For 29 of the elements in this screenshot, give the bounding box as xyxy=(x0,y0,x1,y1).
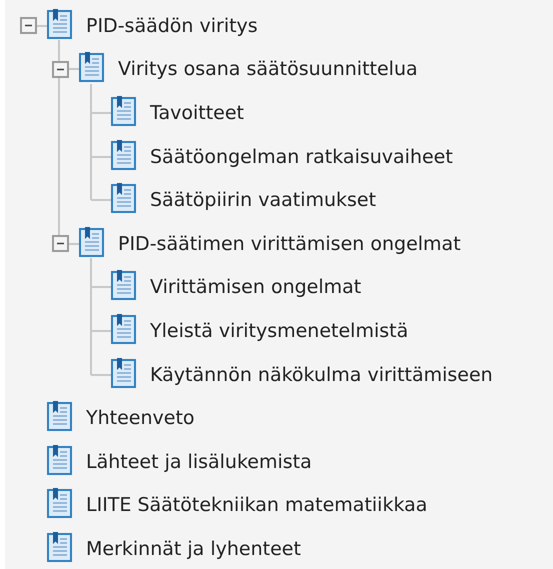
tree-item[interactable]: PID-säädön viritys xyxy=(86,14,258,37)
collapse-toggle[interactable] xyxy=(52,235,69,252)
book-icon xyxy=(111,140,136,170)
tree-item[interactable]: PID-säätimen virittämisen ongelmat xyxy=(118,232,461,255)
book-icon xyxy=(79,226,104,257)
tree-item[interactable]: Virittämisen ongelmat xyxy=(150,276,362,298)
book-icon xyxy=(111,358,136,388)
book-icon xyxy=(111,314,136,344)
tree-item[interactable]: Tavoitteet xyxy=(150,102,244,124)
book-icon xyxy=(79,52,104,82)
tree-item[interactable]: LIITE Säätötekniikan matematiikkaa xyxy=(86,494,428,516)
book-icon xyxy=(47,8,72,39)
book-icon xyxy=(47,488,72,518)
tree-item[interactable]: Käytännön näkökulma virittämiseen xyxy=(150,364,493,386)
tree-item[interactable]: Yhteenveto xyxy=(86,407,195,430)
tree-item[interactable]: Säätöpiirin vaatimukset xyxy=(150,189,376,212)
tree-item[interactable]: Säätöongelman ratkaisuvaiheet xyxy=(150,146,453,168)
book-icon xyxy=(47,401,72,432)
collapse-toggle[interactable] xyxy=(52,60,69,78)
tree-item[interactable]: Merkinnät ja lyhenteet xyxy=(86,538,301,560)
book-icon xyxy=(111,183,136,214)
book-icon xyxy=(47,532,72,562)
tree-item[interactable]: Yleistä viritysmenetelmistä xyxy=(150,320,408,342)
collapse-toggle[interactable] xyxy=(20,17,37,34)
book-icon xyxy=(47,444,72,475)
book-icon xyxy=(111,270,136,300)
tree-item[interactable]: Viritys osana säätösuunnittelua xyxy=(118,58,418,80)
book-icon xyxy=(111,96,136,126)
tree-item[interactable]: Lähteet ja lisälukemista xyxy=(86,450,312,473)
